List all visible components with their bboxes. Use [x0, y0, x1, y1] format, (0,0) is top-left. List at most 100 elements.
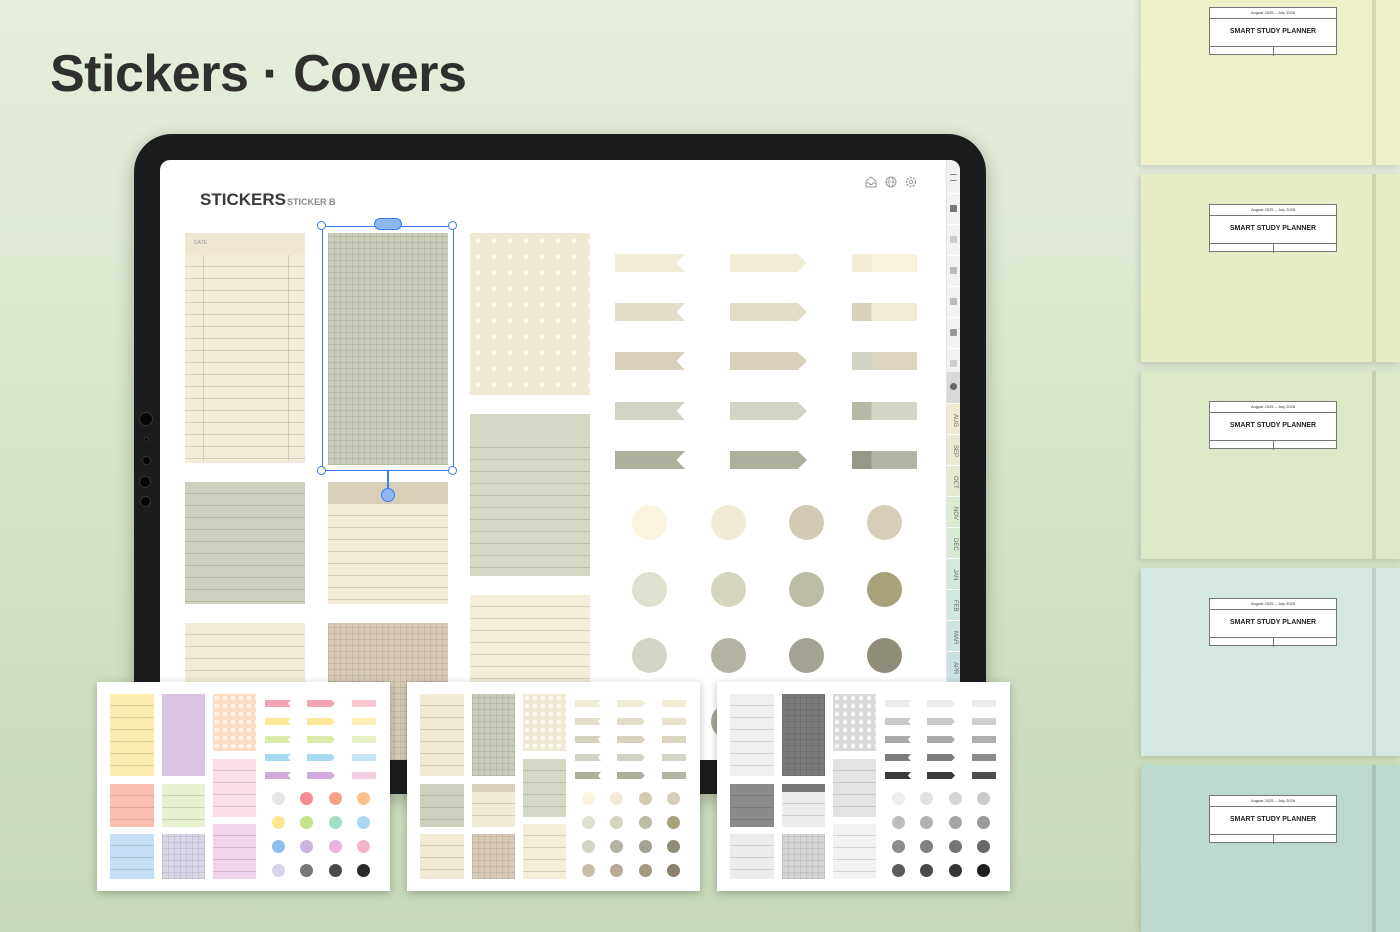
sensor-dot: [140, 496, 151, 507]
circle-sticker[interactable]: [789, 505, 824, 540]
grid-icon[interactable]: [947, 225, 960, 256]
preview-flag: [575, 772, 601, 779]
preview-tab: [352, 718, 376, 725]
preview-dot: [357, 792, 370, 805]
settings-icon[interactable]: [905, 176, 917, 188]
circle-sticker[interactable]: [711, 505, 746, 540]
tab-sticker[interactable]: [852, 451, 917, 469]
cover-date: August 2025 – July 2026: [1250, 404, 1296, 409]
tab-jan[interactable]: JAN: [947, 559, 960, 590]
circle-sticker[interactable]: [632, 572, 667, 607]
resize-handle[interactable]: [448, 466, 457, 475]
preview-dot: [892, 792, 905, 805]
circle-sticker[interactable]: [632, 638, 667, 673]
arrow-sticker[interactable]: [730, 402, 807, 420]
memo-sticker[interactable]: [470, 414, 590, 576]
resize-handle[interactable]: [317, 221, 326, 230]
preview-dot: [357, 816, 370, 829]
preview-tab: [662, 718, 686, 725]
circle-sticker[interactable]: [867, 572, 902, 607]
tab-feb[interactable]: FEB: [947, 590, 960, 621]
preview-dot: [920, 816, 933, 829]
preview-sticker: [162, 834, 205, 879]
preview-dot: [329, 792, 342, 805]
heart-icon[interactable]: [947, 372, 960, 404]
preview-dot: [977, 792, 990, 805]
cover-title: SMART STUDY PLANNER: [1229, 225, 1317, 232]
cover-green[interactable]: August 2025 – July 2026 SMART STUDY PLAN…: [1141, 371, 1400, 559]
flag-sticker[interactable]: [615, 254, 685, 272]
tab-mar[interactable]: MAR: [947, 621, 960, 652]
circle-sticker[interactable]: [867, 638, 902, 673]
cover-lime[interactable]: August 2025 – July 2026 SMART STUDY PLAN…: [1141, 174, 1400, 362]
inbox-icon[interactable]: [865, 176, 877, 188]
rotate-icon[interactable]: [381, 488, 395, 502]
circle-sticker[interactable]: [789, 572, 824, 607]
circle-sticker[interactable]: [632, 505, 667, 540]
tab-sticker[interactable]: [852, 402, 917, 420]
tab-sticker[interactable]: [852, 254, 917, 272]
preview-sticker: [833, 694, 876, 751]
preview-sticker: [110, 784, 154, 827]
cover-spine: [1372, 371, 1376, 559]
preview-dot: [892, 864, 905, 877]
pastel-sticker-preview[interactable]: [97, 682, 390, 891]
tab-dec[interactable]: DEC: [947, 528, 960, 559]
tab-sep[interactable]: SEP: [947, 435, 960, 466]
resize-handle[interactable]: [448, 221, 457, 230]
cover-aqua[interactable]: August 2025 – July 2026 SMART STUDY PLAN…: [1141, 568, 1400, 756]
preview-dot: [300, 864, 313, 877]
circle-sticker[interactable]: [867, 505, 902, 540]
dotted-sticker[interactable]: [470, 233, 590, 395]
preview-sticker: [782, 694, 825, 776]
preview-flag: [265, 754, 291, 761]
flag-sticker[interactable]: [615, 303, 685, 321]
neutral-sticker-preview[interactable]: [407, 682, 700, 891]
chart-icon[interactable]: [947, 256, 960, 287]
grayscale-sticker-preview[interactable]: [717, 682, 1010, 891]
calendar-icon[interactable]: [947, 194, 960, 225]
flag-sticker[interactable]: [615, 352, 685, 370]
tab-nov[interactable]: NOV: [947, 497, 960, 528]
preview-dot: [610, 792, 623, 805]
pill-icon[interactable]: [947, 318, 960, 349]
spiral-note-sticker[interactable]: [185, 482, 305, 604]
globe-icon[interactable]: [885, 176, 897, 188]
cover-date: August 2025 – July 2026: [1250, 798, 1296, 803]
resize-handle[interactable]: [317, 466, 326, 475]
menu-icon[interactable]: [947, 160, 960, 194]
tab-aug[interactable]: AUG: [947, 404, 960, 435]
tab-sticker[interactable]: [852, 303, 917, 321]
cart-icon[interactable]: [947, 287, 960, 318]
headline: Stickers · Covers: [50, 45, 467, 103]
tab-sticker[interactable]: [852, 352, 917, 370]
drag-handle[interactable]: [374, 218, 402, 230]
tab-oct[interactable]: OCT: [947, 466, 960, 497]
cover-label: August 2025 – July 2026 SMART STUDY PLAN…: [1209, 204, 1337, 253]
preview-arrow: [617, 718, 645, 725]
cover-yellow[interactable]: August 2025 – July 2026 SMART STUDY PLAN…: [1141, 0, 1400, 165]
preview-arrow: [617, 754, 645, 761]
preview-sticker: [162, 784, 205, 827]
preview-dot: [920, 864, 933, 877]
circle-sticker[interactable]: [711, 572, 746, 607]
preview-tab: [352, 772, 376, 779]
arrow-sticker[interactable]: [730, 352, 807, 370]
flag-sticker[interactable]: [615, 451, 685, 469]
preview-sticker: [782, 834, 825, 879]
arrow-sticker[interactable]: [730, 303, 807, 321]
circle-sticker[interactable]: [711, 638, 746, 673]
tab-apr[interactable]: APR: [947, 652, 960, 683]
cover-teal[interactable]: August 2025 – July 2026 SMART STUDY PLAN…: [1141, 765, 1400, 932]
arrow-sticker[interactable]: [730, 451, 807, 469]
cover-date: August 2025 – July 2026: [1250, 10, 1296, 15]
arrow-sticker[interactable]: [730, 254, 807, 272]
circle-sticker[interactable]: [789, 638, 824, 673]
selection-box[interactable]: [322, 226, 454, 471]
preview-sticker: [110, 834, 154, 879]
preview-sticker: [833, 824, 876, 879]
flag-sticker[interactable]: [615, 402, 685, 420]
preview-sticker: [472, 834, 515, 879]
preview-dot: [639, 792, 652, 805]
preview-flag: [265, 736, 291, 743]
